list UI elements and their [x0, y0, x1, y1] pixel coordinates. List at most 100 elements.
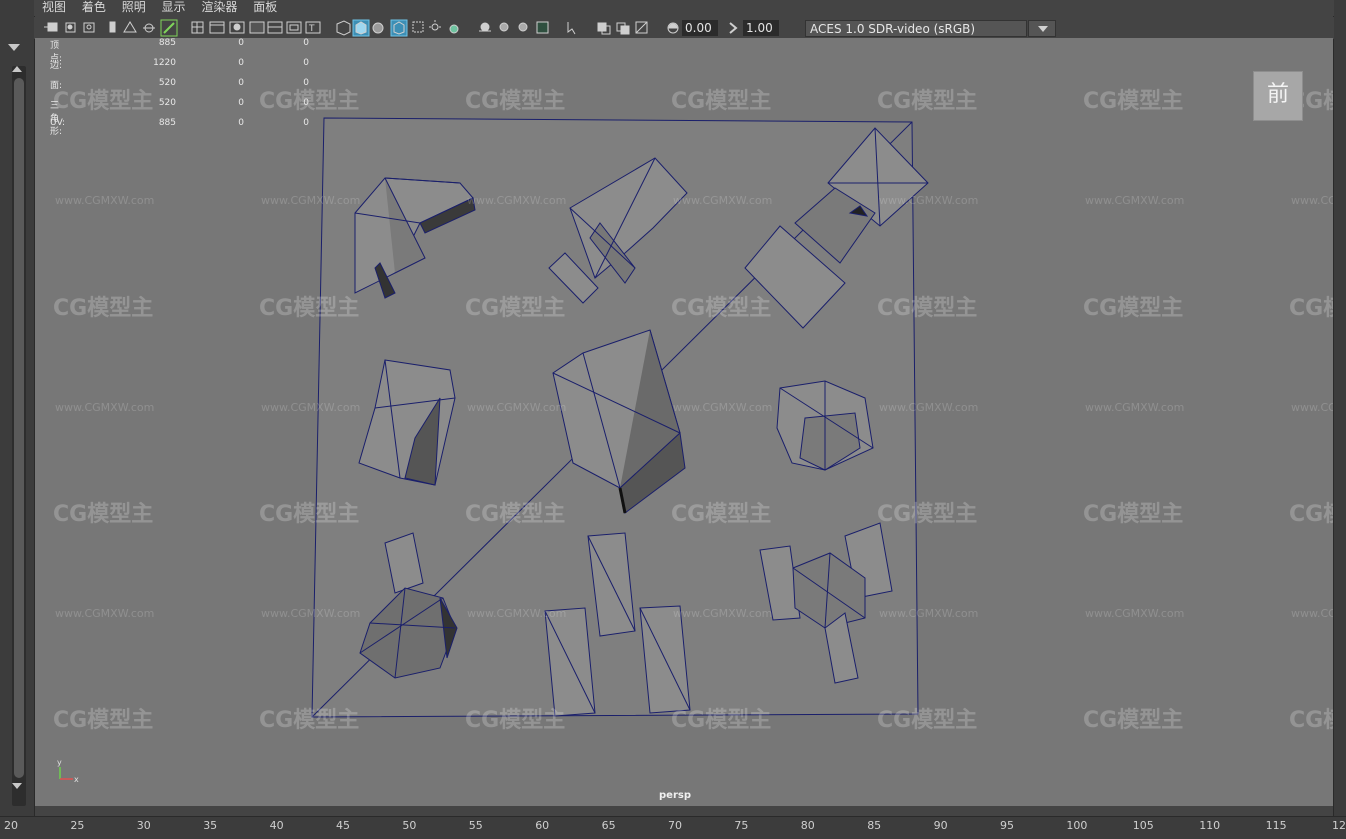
watermark-url: www.CGMXW.com [467, 194, 566, 207]
watermark-url: www.CGMXW.com [1085, 194, 1184, 207]
watermark-url: www.CGMXW.com [55, 607, 154, 620]
ruler-tick-label: 60 [535, 819, 550, 832]
ambient-occlusion-icon[interactable] [479, 22, 491, 32]
default-material-icon[interactable] [372, 22, 384, 34]
watermark-brand: CG模型主 [259, 502, 359, 527]
anti-alias-icon[interactable] [518, 22, 528, 32]
xray-active-icon[interactable] [616, 22, 630, 35]
shadows-icon[interactable] [449, 24, 459, 34]
backface-icon[interactable] [635, 21, 648, 34]
menu-renderer[interactable]: 渲染器 [201, 0, 237, 15]
xray-icon[interactable] [412, 21, 424, 33]
resolution-gate-icon[interactable] [229, 21, 245, 34]
scroll-up-icon[interactable] [12, 66, 22, 72]
scroll-down-icon[interactable] [12, 783, 22, 789]
watermark-url: www.CGMXW.com [1085, 401, 1184, 414]
bookmark-icon[interactable] [109, 21, 116, 33]
watermark-url: www.CGMXW.com [261, 401, 360, 414]
watermark-url: www.CGMXW.com [1085, 607, 1184, 620]
depth-of-field-icon[interactable] [536, 21, 549, 34]
ruler-tick-label: 50 [402, 819, 417, 832]
watermark-brand: CG模型主 [1083, 502, 1183, 527]
watermark-url: www.CGMXW.com [1291, 607, 1333, 620]
ruler-tick-label: 115 [1265, 819, 1287, 832]
safe-title-icon[interactable]: T [305, 21, 321, 34]
ruler-tick-label: 45 [336, 819, 350, 832]
isolate-select-icon[interactable] [567, 22, 576, 35]
time-ruler[interactable]: 20 25 30 35 40 45 50 55 60 65 70 75 80 85 90 95 100 105 11… [0, 816, 1346, 839]
watermark-url: www.CGMXW.com [673, 194, 772, 207]
lights-icon[interactable] [429, 20, 441, 31]
watermark-url: www.CGMXW.com [55, 401, 154, 414]
menu-panels[interactable]: 面板 [253, 0, 277, 15]
hud-label: 边: [50, 61, 63, 71]
xray-joints-icon[interactable] [597, 22, 611, 35]
menu-view[interactable]: 视图 [42, 0, 66, 15]
persp-viewport[interactable]: y x CG模型主 www.CGMXW.com CG模型主 www.CGMXW.com… [35, 38, 1333, 806]
hud-value: 0 [303, 58, 309, 68]
watermark-url: www.CGMXW.com [879, 607, 978, 620]
ruler-tick-label: 100 [1066, 819, 1088, 832]
watermark-url: www.CGMXW.com [879, 194, 978, 207]
menu-lighting[interactable]: 照明 [122, 0, 146, 15]
watermark-brand: CG模型主 [1289, 296, 1333, 321]
ruler-tick-label: 110 [1199, 819, 1221, 832]
watermark-url: www.CGMXW.com [1291, 401, 1333, 414]
camera-lock-icon[interactable] [83, 22, 95, 33]
viewport-canvas[interactable]: y x CG模型主 www.CGMXW.com CG模型主 www.CGMXW.com… [35, 38, 1333, 806]
collapse-arrow-icon[interactable] [8, 44, 20, 51]
gamma-field[interactable]: 1.00 [743, 20, 779, 36]
hud-value: 0 [303, 98, 309, 108]
ruler-tick-label: 80 [800, 819, 815, 832]
camera-attr-icon[interactable] [65, 22, 76, 33]
gamma-icon[interactable] [729, 22, 738, 34]
view-cube[interactable]: 前 [1253, 71, 1303, 121]
film-gate-icon[interactable] [209, 21, 225, 34]
color-space-dropdown[interactable]: ACES 1.0 SDR-video (sRGB) [805, 20, 1027, 37]
2d-pan-icon[interactable] [143, 23, 155, 33]
exposure-field[interactable]: 0.00 [682, 20, 718, 36]
panel-toolbar: T 0.00 1.00 ACES 1.0 SDR-video (sRGB) [34, 17, 1334, 39]
scrollbar-thumb[interactable] [14, 78, 24, 778]
select-camera-icon[interactable] [44, 22, 58, 32]
right-edge-strip [1333, 0, 1346, 818]
hud-value: 520 [158, 98, 176, 108]
watermark-brand: CG模型主 [53, 296, 153, 321]
hud-value: 0 [238, 38, 244, 48]
image-plane-icon[interactable] [123, 21, 137, 33]
watermark-brand: CG模型主 [1289, 708, 1333, 733]
textured-icon[interactable] [390, 19, 408, 37]
watermark-brand: CG模型主 [465, 89, 565, 114]
field-chart-icon[interactable] [267, 21, 283, 34]
watermark-url: www.CGMXW.com [1291, 194, 1333, 207]
exposure-icon[interactable] [667, 22, 679, 34]
hud-value: 0 [238, 78, 244, 88]
watermark-brand: CG模型主 [1083, 708, 1183, 733]
watermark-brand: CG模型主 [465, 502, 565, 527]
grid-icon[interactable] [191, 21, 204, 34]
watermark-brand: CG模型主 [671, 502, 771, 527]
ruler-tick-label: 55 [468, 819, 483, 832]
panel-menu-bar: 视图 着色 照明 显示 渲染器 面板 [34, 0, 1334, 16]
menu-shading[interactable]: 着色 [82, 0, 106, 15]
chevron-down-icon[interactable] [1028, 20, 1056, 37]
hud-value: 885 [158, 38, 176, 48]
watermark-brand: CG模型主 [465, 708, 565, 733]
hud-label: UV: [50, 118, 66, 128]
ruler-tick-label: 70 [668, 819, 682, 832]
watermark-brand: CG模型主 [259, 296, 359, 321]
watermark-url: www.CGMXW.com [467, 401, 566, 414]
wireframe-icon[interactable] [336, 20, 351, 36]
axis-x-label: x [74, 775, 79, 784]
wire-meshes [354, 127, 929, 717]
safe-action-icon[interactable] [286, 21, 302, 34]
grease-pencil-icon[interactable] [160, 19, 178, 37]
ruler-tick-label: 65 [601, 819, 616, 832]
menu-show[interactable]: 显示 [162, 0, 186, 15]
gate-mask-icon[interactable] [249, 21, 265, 34]
watermark-brand: CG模型主 [53, 502, 153, 527]
watermark-brand: CG模型主 [671, 89, 771, 114]
smooth-shade-icon[interactable] [352, 19, 370, 37]
hud-value: 0 [303, 38, 309, 48]
motion-blur-icon[interactable] [499, 22, 509, 32]
